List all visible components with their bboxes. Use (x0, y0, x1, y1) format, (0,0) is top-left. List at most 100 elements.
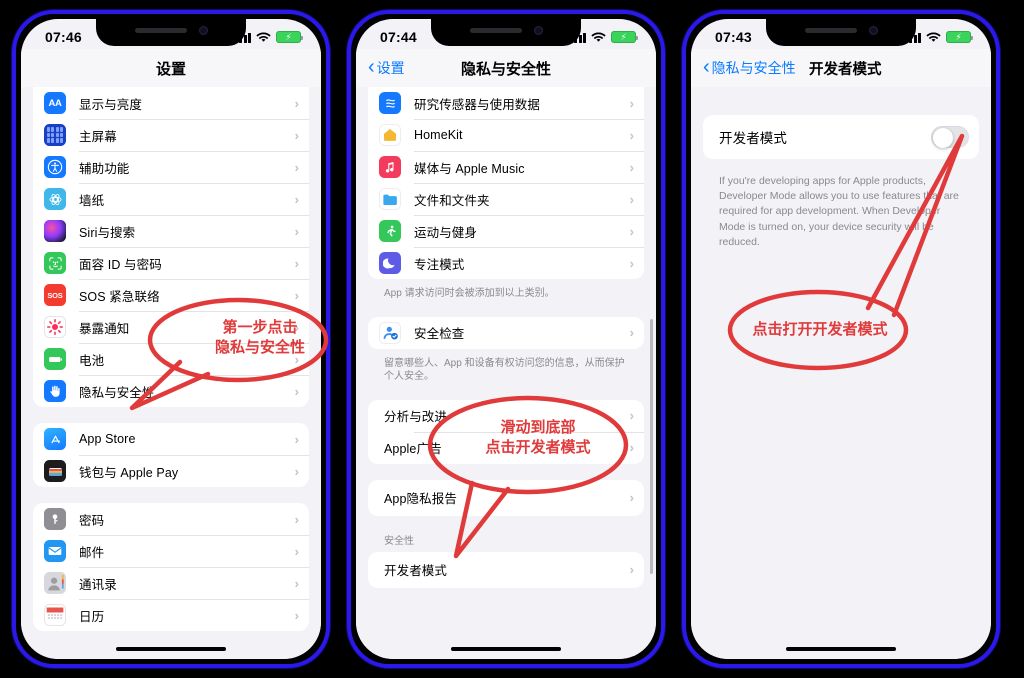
files-folders-icon (379, 188, 401, 210)
settings-row-wallet[interactable]: 钱包与 Apple Pay › (33, 455, 309, 487)
chevron-right-icon: › (629, 191, 634, 207)
settings-row-wallpaper[interactable]: 墙纸 › (33, 183, 309, 215)
calendar-icon (44, 604, 66, 626)
row-label: 主屏幕 (79, 129, 117, 144)
privacy-row-app-privacy-report[interactable]: App隐私报告 › (368, 480, 644, 516)
row-label: 运动与健身 (414, 225, 478, 240)
passwords-icon (44, 508, 66, 530)
privacy-row-research[interactable]: 研究传感器与使用数据 › (368, 87, 644, 119)
wifi-icon (926, 31, 941, 43)
privacy-row-files[interactable]: 文件和文件夹 › (368, 183, 644, 215)
chevron-right-icon: › (629, 408, 634, 423)
settings-group-2: App Store › 钱包与 Apple Pay › (33, 423, 309, 487)
privacy-security-icon (44, 380, 66, 402)
focus-mode-icon (379, 252, 401, 274)
settings-row-privacy[interactable]: 隐私与安全性 › (33, 375, 309, 407)
icon-glyph: AA (48, 97, 62, 109)
settings-row-app-store[interactable]: App Store › (33, 423, 309, 455)
battery-charging-icon: ⚡ (276, 31, 303, 43)
mail-icon (44, 540, 66, 562)
front-camera-icon (198, 26, 208, 35)
status-time: 07:44 (380, 29, 417, 45)
app-store-icon (44, 428, 66, 450)
settings-row-contacts[interactable]: 通讯录 › (33, 567, 309, 599)
speaker-grille-icon (804, 28, 857, 33)
privacy-group-4: App隐私报告 › (368, 479, 644, 516)
chevron-right-icon: › (294, 383, 299, 399)
battery-charging-icon: ⚡ (946, 31, 973, 43)
privacy-row-focus[interactable]: 专注模式 › (368, 247, 644, 279)
privacy-row-homekit[interactable]: HomeKit › (368, 119, 644, 151)
row-label: 钱包与 Apple Pay (79, 465, 179, 480)
chevron-right-icon: › (294, 431, 299, 447)
chevron-right-icon: › (629, 95, 634, 111)
developer-mode-row[interactable]: 开发者模式 (703, 115, 979, 159)
settings-row-mail[interactable]: 邮件 › (33, 535, 309, 567)
privacy-group-1: 研究传感器与使用数据 › HomeKit › 媒体与 Apple Music ›… (368, 87, 644, 279)
settings-group-1: AA 显示与亮度 › 主屏幕 › 辅助功能 › 墙纸 › Siri与搜索 › 面… (33, 87, 309, 407)
row-label: 显示与亮度 (79, 97, 143, 112)
homekit-icon (379, 124, 401, 146)
row-label: Siri与搜索 (79, 225, 136, 240)
chevron-right-icon: › (629, 159, 634, 175)
privacy-list[interactable]: 研究传感器与使用数据 › HomeKit › 媒体与 Apple Music ›… (356, 87, 656, 659)
scrollbar[interactable] (650, 319, 653, 574)
notch (96, 19, 246, 46)
settings-row-siri[interactable]: Siri与搜索 › (33, 215, 309, 247)
callout-step-3-text: 点击打开开发者模式 (752, 321, 888, 338)
settings-row-calendar[interactable]: 日历 › (33, 599, 309, 631)
home-indicator (451, 647, 561, 651)
privacy-row-developer-mode[interactable]: 开发者模式 › (368, 552, 644, 588)
row-label: 密码 (79, 513, 105, 528)
settings-row-accessibility[interactable]: 辅助功能 › (33, 151, 309, 183)
developer-mode-group: 开发者模式 (703, 115, 979, 159)
settings-group-3: 密码 › 邮件 › 通讯录 › 日历 › (33, 503, 309, 631)
back-label: 设置 (376, 60, 405, 76)
nav-bar: ‹ 设置 隐私与安全性 (356, 49, 656, 87)
chevron-right-icon: › (294, 223, 299, 239)
row-label: 墙纸 (79, 193, 105, 208)
row-label: 面容 ID 与密码 (79, 257, 162, 272)
chevron-right-icon: › (629, 127, 634, 143)
settings-row-sos[interactable]: SOS SOS 紧急联络 › (33, 279, 309, 311)
developer-mode-description: If you're developing apps for Apple prod… (719, 175, 959, 248)
row-label: HomeKit (414, 128, 463, 142)
privacy-row-music[interactable]: 媒体与 Apple Music › (368, 151, 644, 183)
wifi-icon (256, 31, 271, 43)
privacy-row-safety-check[interactable]: 安全检查 › (368, 317, 644, 349)
developer-mode-toggle[interactable] (931, 126, 969, 148)
face-id-icon (44, 252, 66, 274)
privacy-section-header-security: 安全性 (384, 535, 414, 547)
chevron-right-icon: › (294, 287, 299, 303)
chevron-right-icon: › (294, 159, 299, 175)
settings-row-home-screen[interactable]: 主屏幕 › (33, 119, 309, 151)
row-label: 研究传感器与使用数据 (414, 97, 541, 112)
callout-step-1-text: 第一步点击 隐私与安全性 (214, 319, 305, 356)
back-button[interactable]: ‹ 设置 (368, 57, 405, 78)
chevron-right-icon: › (629, 223, 634, 239)
status-time: 07:43 (715, 29, 752, 45)
settings-row-passwords[interactable]: 密码 › (33, 503, 309, 535)
display-brightness-icon: AA (44, 92, 66, 114)
privacy-row-fitness[interactable]: 运动与健身 › (368, 215, 644, 247)
research-sensor-icon (379, 92, 401, 114)
exposure-notifications-icon (44, 316, 66, 338)
page-title: 开发者模式 (809, 61, 882, 78)
speaker-grille-icon (469, 28, 522, 33)
settings-list[interactable]: AA 显示与亮度 › 主屏幕 › 辅助功能 › 墙纸 › Siri与搜索 › 面… (21, 87, 321, 659)
chevron-right-icon: › (294, 543, 299, 559)
chevron-right-icon: › (629, 440, 634, 455)
apple-music-icon (379, 156, 401, 178)
speaker-grille-icon (134, 28, 187, 33)
back-button[interactable]: ‹ 隐私与安全性 (703, 57, 796, 78)
settings-row-display[interactable]: AA 显示与亮度 › (33, 87, 309, 119)
privacy-footnote-1: App 请求访问时会被添加到以上类别。 (384, 288, 555, 299)
row-label: App Store (79, 432, 136, 446)
fitness-icon (379, 220, 401, 242)
icon-glyph: SOS (47, 290, 63, 300)
row-label: 开发者模式 (719, 131, 787, 146)
chevron-right-icon: › (629, 255, 634, 271)
privacy-footnote-2: 留意哪些人、App 和设备有权访问您的信息，从而保护个人安全。 (384, 357, 625, 383)
chevron-right-icon: › (294, 575, 299, 591)
settings-row-face-id[interactable]: 面容 ID 与密码 › (33, 247, 309, 279)
